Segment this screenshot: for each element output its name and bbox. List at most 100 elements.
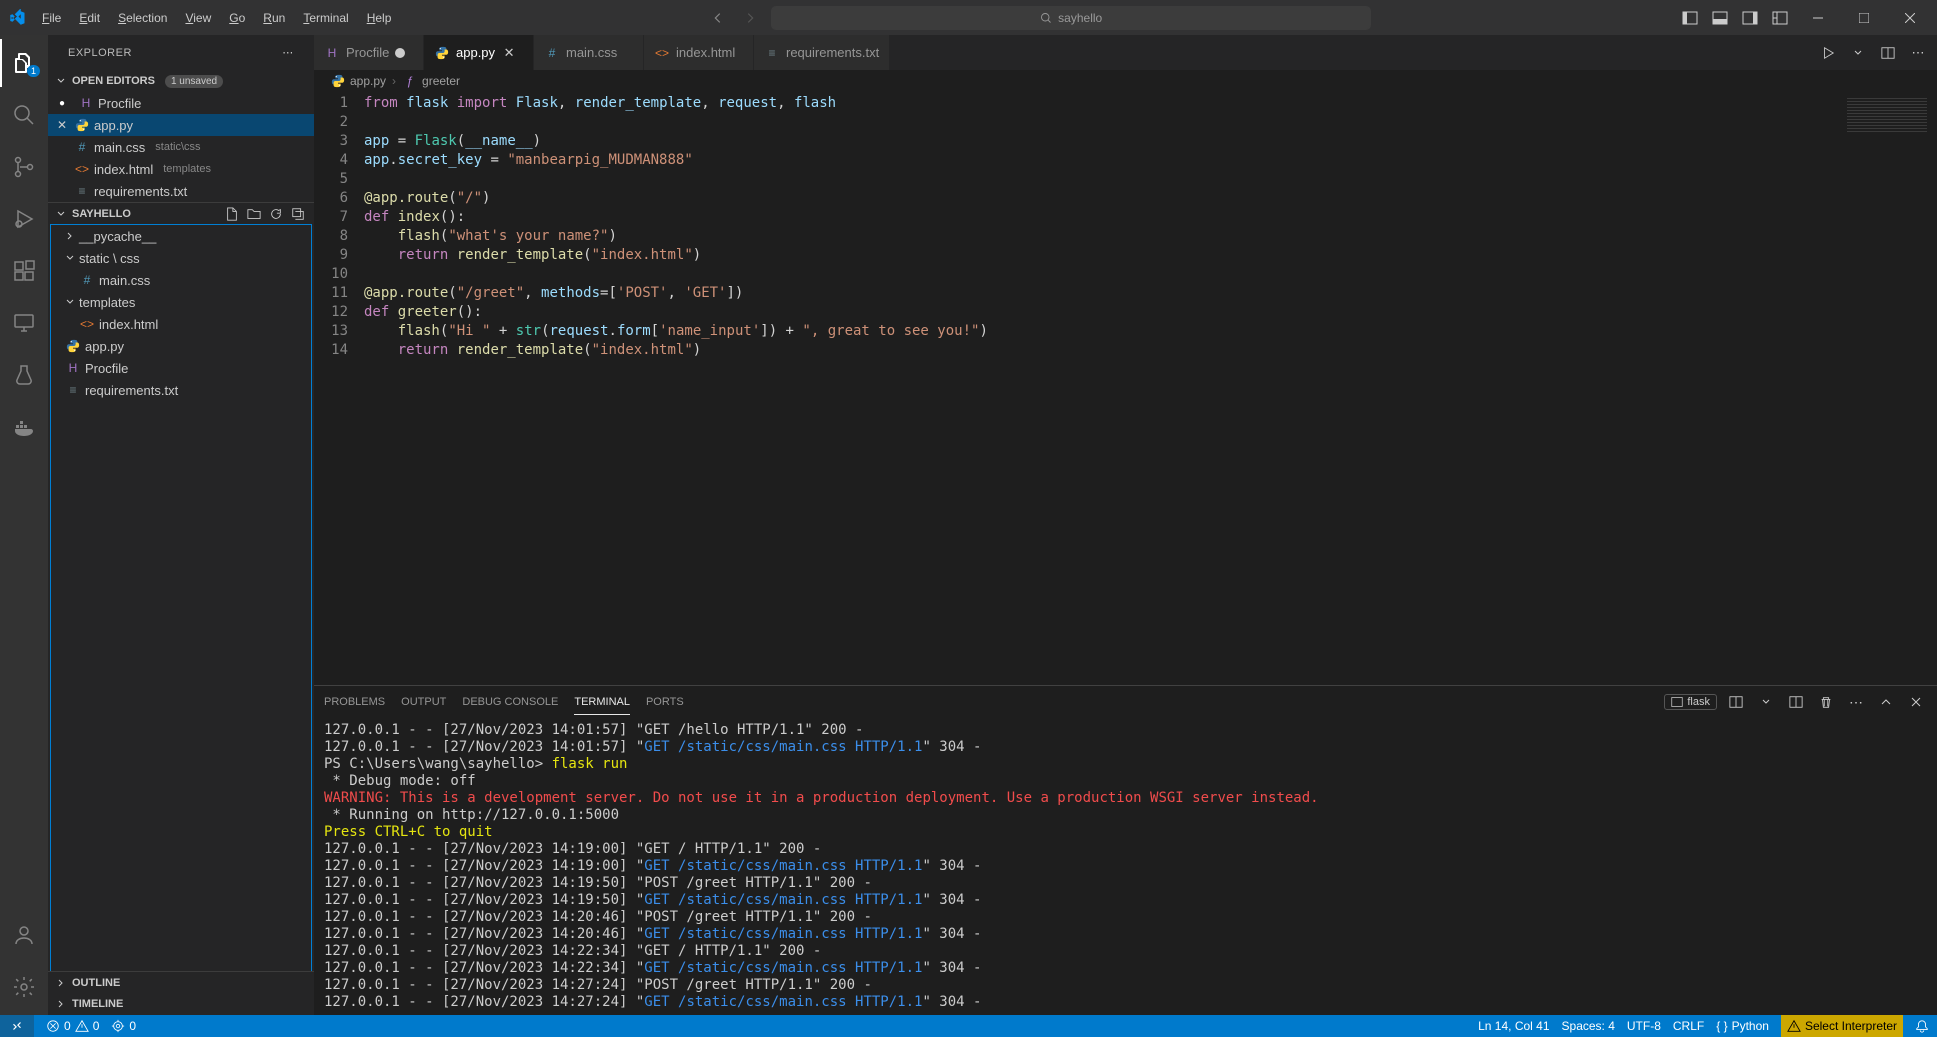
- maximize-button[interactable]: [1845, 3, 1883, 33]
- scm-activity-icon[interactable]: [0, 143, 48, 191]
- accounts-activity-icon[interactable]: [0, 911, 48, 959]
- open-editors-section[interactable]: OPEN EDITORS 1 unsaved: [48, 70, 314, 92]
- open-editor-item[interactable]: <>index.htmltemplates: [48, 158, 314, 180]
- minimap[interactable]: [1837, 92, 1937, 685]
- terminal-output[interactable]: 127.0.0.1 - - [27/Nov/2023 14:01:57] "GE…: [314, 718, 1937, 1015]
- run-dropdown-icon[interactable]: [1847, 42, 1869, 64]
- menu-item-help[interactable]: Help: [359, 5, 400, 31]
- menu-item-run[interactable]: Run: [255, 5, 293, 31]
- command-center-search[interactable]: sayhello: [771, 6, 1371, 30]
- menu-item-edit[interactable]: Edit: [71, 5, 108, 31]
- panel-tab-problems[interactable]: PROBLEMS: [324, 690, 385, 715]
- file-item[interactable]: ≡requirements.txt: [51, 379, 311, 401]
- outline-section[interactable]: OUTLINE: [48, 971, 314, 993]
- refresh-icon[interactable]: [266, 204, 286, 224]
- notifications-icon[interactable]: [1915, 1019, 1929, 1033]
- remote-explorer-activity-icon[interactable]: [0, 299, 48, 347]
- tab-label: index.html: [676, 45, 735, 60]
- maximize-panel-icon[interactable]: [1875, 691, 1897, 713]
- file-item[interactable]: <>index.html: [51, 313, 311, 335]
- indent-status[interactable]: Spaces: 4: [1562, 1019, 1615, 1033]
- item-label: requirements.txt: [85, 383, 178, 398]
- language-status[interactable]: { } Python: [1716, 1019, 1769, 1033]
- explorer-badge: 1: [27, 65, 40, 77]
- editor-tab[interactable]: <>index.html: [644, 35, 754, 70]
- customize-layout-icon[interactable]: [1769, 7, 1791, 29]
- problems-status[interactable]: 0 0: [46, 1019, 99, 1033]
- docker-activity-icon[interactable]: [0, 403, 48, 451]
- folder-item[interactable]: __pycache__: [51, 225, 311, 247]
- open-editor-item[interactable]: ≡requirements.txt: [48, 180, 314, 202]
- terminal-selector[interactable]: flask: [1664, 694, 1717, 710]
- encoding-status[interactable]: UTF-8: [1627, 1019, 1661, 1033]
- open-editor-item[interactable]: #main.cssstatic\css: [48, 136, 314, 158]
- close-icon[interactable]: ✕: [501, 45, 517, 61]
- editor-tab[interactable]: ≡requirements.txt: [754, 35, 890, 70]
- panel-more-icon[interactable]: ⋯: [1845, 691, 1867, 713]
- open-editor-item[interactable]: ●HProcfile: [48, 92, 314, 114]
- editor-tab[interactable]: app.py✕: [424, 35, 534, 70]
- close-button[interactable]: [1891, 3, 1929, 33]
- nav-back-button[interactable]: [707, 7, 729, 29]
- editor-tab[interactable]: #main.css: [534, 35, 644, 70]
- run-button[interactable]: [1817, 42, 1839, 64]
- panel-tab-terminal[interactable]: TERMINAL: [574, 690, 630, 715]
- workspace-root-section[interactable]: SAYHELLO: [48, 202, 314, 224]
- code-editor[interactable]: from flask import Flask, render_template…: [364, 92, 1837, 685]
- editor-more-icon[interactable]: ⋯: [1907, 42, 1929, 64]
- panel-tab-output[interactable]: OUTPUT: [401, 690, 446, 715]
- close-icon[interactable]: ✕: [54, 118, 70, 132]
- minimize-button[interactable]: [1799, 3, 1837, 33]
- file-item[interactable]: #main.css: [51, 269, 311, 291]
- file-item[interactable]: HProcfile: [51, 357, 311, 379]
- eol-status[interactable]: CRLF: [1673, 1019, 1704, 1033]
- debug-activity-icon[interactable]: [0, 195, 48, 243]
- interpreter-warning[interactable]: Select Interpreter: [1781, 1015, 1903, 1037]
- extensions-activity-icon[interactable]: [0, 247, 48, 295]
- testing-activity-icon[interactable]: [0, 351, 48, 399]
- explorer-more-icon[interactable]: ⋯: [278, 43, 298, 63]
- new-file-icon[interactable]: [222, 204, 242, 224]
- menu-item-go[interactable]: Go: [221, 5, 253, 31]
- item-label: __pycache__: [79, 229, 156, 244]
- breadcrumb-item[interactable]: app.py: [330, 73, 386, 89]
- toggle-secondary-sidebar-icon[interactable]: [1739, 7, 1761, 29]
- chevron-icon: [65, 253, 75, 263]
- dirty-indicator: [395, 48, 405, 58]
- folder-item[interactable]: templates: [51, 291, 311, 313]
- editor-tabbar: HProcfileapp.py✕#main.css<>index.html≡re…: [314, 35, 1937, 70]
- sidebar-explorer: EXPLORER ⋯ OPEN EDITORS 1 unsaved ●HProc…: [48, 35, 314, 1015]
- breadcrumbs[interactable]: app.py›ƒgreeter: [314, 70, 1937, 92]
- settings-activity-icon[interactable]: [0, 963, 48, 1011]
- close-panel-icon[interactable]: [1905, 691, 1927, 713]
- breadcrumb-item[interactable]: ƒgreeter: [402, 73, 460, 89]
- item-label: templates: [79, 295, 135, 310]
- editor-tab[interactable]: HProcfile: [314, 35, 424, 70]
- split-terminal-icon[interactable]: [1725, 691, 1747, 713]
- remote-indicator[interactable]: [0, 1015, 34, 1037]
- folder-item[interactable]: static \ css: [51, 247, 311, 269]
- open-editor-item[interactable]: ✕app.py: [48, 114, 314, 136]
- file-item[interactable]: app.py: [51, 335, 311, 357]
- nav-forward-button[interactable]: [739, 7, 761, 29]
- explorer-activity-icon[interactable]: 1: [0, 39, 48, 87]
- timeline-section[interactable]: TIMELINE: [48, 993, 314, 1015]
- toggle-primary-sidebar-icon[interactable]: [1679, 7, 1701, 29]
- search-activity-icon[interactable]: [0, 91, 48, 139]
- cursor-position[interactable]: Ln 14, Col 41: [1478, 1019, 1549, 1033]
- line-gutter: 1234567891011121314: [314, 92, 364, 685]
- menu-item-file[interactable]: File: [34, 5, 69, 31]
- split-editor-icon[interactable]: [1877, 42, 1899, 64]
- new-terminal-dropdown-icon[interactable]: [1755, 691, 1777, 713]
- panel-tab-debug-console[interactable]: DEBUG CONSOLE: [462, 690, 558, 715]
- menu-item-terminal[interactable]: Terminal: [295, 5, 356, 31]
- kill-terminal-icon[interactable]: [1815, 691, 1837, 713]
- menu-item-view[interactable]: View: [177, 5, 219, 31]
- split-terminal-icon-2[interactable]: [1785, 691, 1807, 713]
- ports-status[interactable]: 0: [111, 1019, 136, 1033]
- new-folder-icon[interactable]: [244, 204, 264, 224]
- menu-item-selection[interactable]: Selection: [110, 5, 175, 31]
- collapse-all-icon[interactable]: [288, 204, 308, 224]
- panel-tab-ports[interactable]: PORTS: [646, 690, 684, 715]
- toggle-panel-icon[interactable]: [1709, 7, 1731, 29]
